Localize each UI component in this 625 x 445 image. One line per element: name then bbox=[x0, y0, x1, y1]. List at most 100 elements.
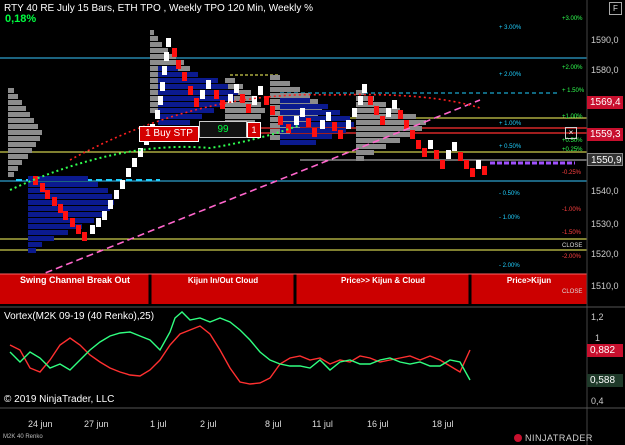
tpo-row bbox=[8, 130, 42, 135]
bear-brick bbox=[172, 48, 177, 57]
price-badge: 1569,4 bbox=[587, 96, 623, 109]
bear-brick bbox=[374, 106, 379, 115]
date-tick: 2 jul bbox=[200, 419, 217, 429]
tpo-row bbox=[225, 108, 265, 113]
tpo-row bbox=[270, 81, 290, 86]
vortex-tick: 1,2 bbox=[591, 312, 604, 322]
bull-brick bbox=[206, 80, 211, 89]
date-tick: 8 jul bbox=[265, 419, 282, 429]
price-tick: 1530,0 bbox=[591, 219, 619, 229]
pct-level: CLOSE bbox=[562, 289, 583, 295]
tpo-row bbox=[28, 236, 54, 241]
bear-brick bbox=[45, 190, 50, 199]
price-tick: 1520,0 bbox=[591, 249, 619, 259]
bear-brick bbox=[306, 118, 311, 127]
tpo-row bbox=[8, 118, 34, 123]
bull-brick bbox=[200, 90, 205, 99]
date-tick: 24 jun bbox=[28, 419, 53, 429]
bear-brick bbox=[464, 160, 469, 169]
bear-brick bbox=[338, 130, 343, 139]
tpo-row bbox=[225, 114, 261, 119]
tpo-row bbox=[8, 106, 26, 111]
bull-brick bbox=[158, 96, 163, 105]
bull-brick bbox=[352, 108, 357, 117]
bull-brick bbox=[386, 108, 391, 117]
tpo-row bbox=[28, 194, 112, 199]
bear-brick bbox=[416, 140, 421, 149]
bear-brick bbox=[312, 128, 317, 137]
tpo-row bbox=[8, 160, 22, 165]
bull-brick bbox=[320, 120, 325, 129]
close-icon[interactable]: × bbox=[565, 127, 577, 139]
bear-brick bbox=[278, 116, 283, 125]
date-tick: 11 jul bbox=[312, 419, 333, 429]
bear-brick bbox=[368, 96, 373, 105]
order-quantity[interactable]: 99 bbox=[199, 121, 247, 138]
buy-stop-order[interactable]: 1 Buy STP bbox=[139, 126, 199, 142]
tpo-row bbox=[280, 140, 316, 145]
bull-brick bbox=[252, 96, 257, 105]
tpo-row bbox=[280, 116, 350, 121]
bear-brick bbox=[434, 150, 439, 159]
tpo-row bbox=[28, 218, 94, 223]
tpo-row bbox=[8, 94, 18, 99]
tpo-row bbox=[280, 98, 310, 103]
pct-level: + 3.00% bbox=[499, 25, 522, 31]
tpo-row bbox=[356, 120, 426, 125]
percent-change: 0,18% bbox=[5, 13, 37, 25]
pct-level: - 2.00% bbox=[499, 263, 520, 269]
date-tick: 27 jun bbox=[84, 419, 109, 429]
bear-brick bbox=[398, 110, 403, 119]
tpo-row bbox=[8, 172, 14, 177]
bull-brick bbox=[446, 150, 451, 159]
tpo-row bbox=[8, 136, 40, 141]
bull-brick bbox=[114, 190, 119, 199]
bear-brick bbox=[63, 211, 68, 220]
tpo-row bbox=[280, 134, 332, 139]
bear-brick bbox=[82, 232, 87, 241]
banner-price-kijun: Price>Kijun bbox=[506, 276, 552, 285]
date-tick: 1 jul bbox=[150, 419, 167, 429]
bull-brick bbox=[362, 84, 367, 93]
bear-brick bbox=[404, 120, 409, 129]
tpo-row bbox=[150, 30, 154, 35]
tpo-row bbox=[150, 42, 162, 47]
pct-level: + 0.50% bbox=[499, 144, 522, 150]
bull-brick bbox=[102, 211, 107, 220]
bear-brick bbox=[194, 98, 199, 107]
vortex-indicator bbox=[9, 311, 471, 385]
tpo-row bbox=[8, 100, 22, 105]
vi-minus-line bbox=[9, 311, 471, 381]
pct-level: + 1.50% bbox=[562, 88, 585, 94]
bear-brick bbox=[440, 160, 445, 169]
pct-level: +0.25% bbox=[562, 147, 583, 153]
bull-brick bbox=[90, 225, 95, 234]
vortex-tick: 1 bbox=[595, 333, 601, 343]
copyright: © 2019 NinjaTrader, LLC bbox=[4, 394, 115, 405]
bull-brick bbox=[162, 66, 167, 75]
tpo-row bbox=[158, 102, 224, 107]
pct-level: +3.00% bbox=[562, 16, 583, 22]
tpo-row bbox=[356, 156, 364, 161]
tpo-row bbox=[28, 248, 36, 253]
cancel-order-button[interactable]: 1 bbox=[247, 122, 261, 138]
bear-brick bbox=[422, 148, 427, 157]
logo-text: NINJATRADER bbox=[525, 433, 593, 443]
tpo-row bbox=[158, 120, 190, 125]
bull-brick bbox=[166, 38, 171, 47]
date-tick: 18 jul bbox=[432, 419, 454, 429]
banner-swing-channel: Swing Channel Break Out bbox=[19, 275, 131, 285]
tpo-row bbox=[270, 135, 280, 140]
tpo-row bbox=[8, 124, 38, 129]
tpo-row bbox=[8, 142, 36, 147]
pct-level: - 0.50% bbox=[499, 191, 520, 197]
last-price-badge: 1550,9 bbox=[587, 153, 623, 166]
price-tick: 1510,0 bbox=[591, 281, 619, 291]
bear-brick bbox=[470, 168, 475, 177]
date-tick: 16 jul bbox=[367, 419, 389, 429]
bull-brick bbox=[234, 84, 239, 93]
window-menu-button[interactable]: F bbox=[609, 2, 622, 15]
bull-brick bbox=[126, 168, 131, 177]
bear-brick bbox=[246, 104, 251, 113]
bear-brick bbox=[52, 197, 57, 206]
